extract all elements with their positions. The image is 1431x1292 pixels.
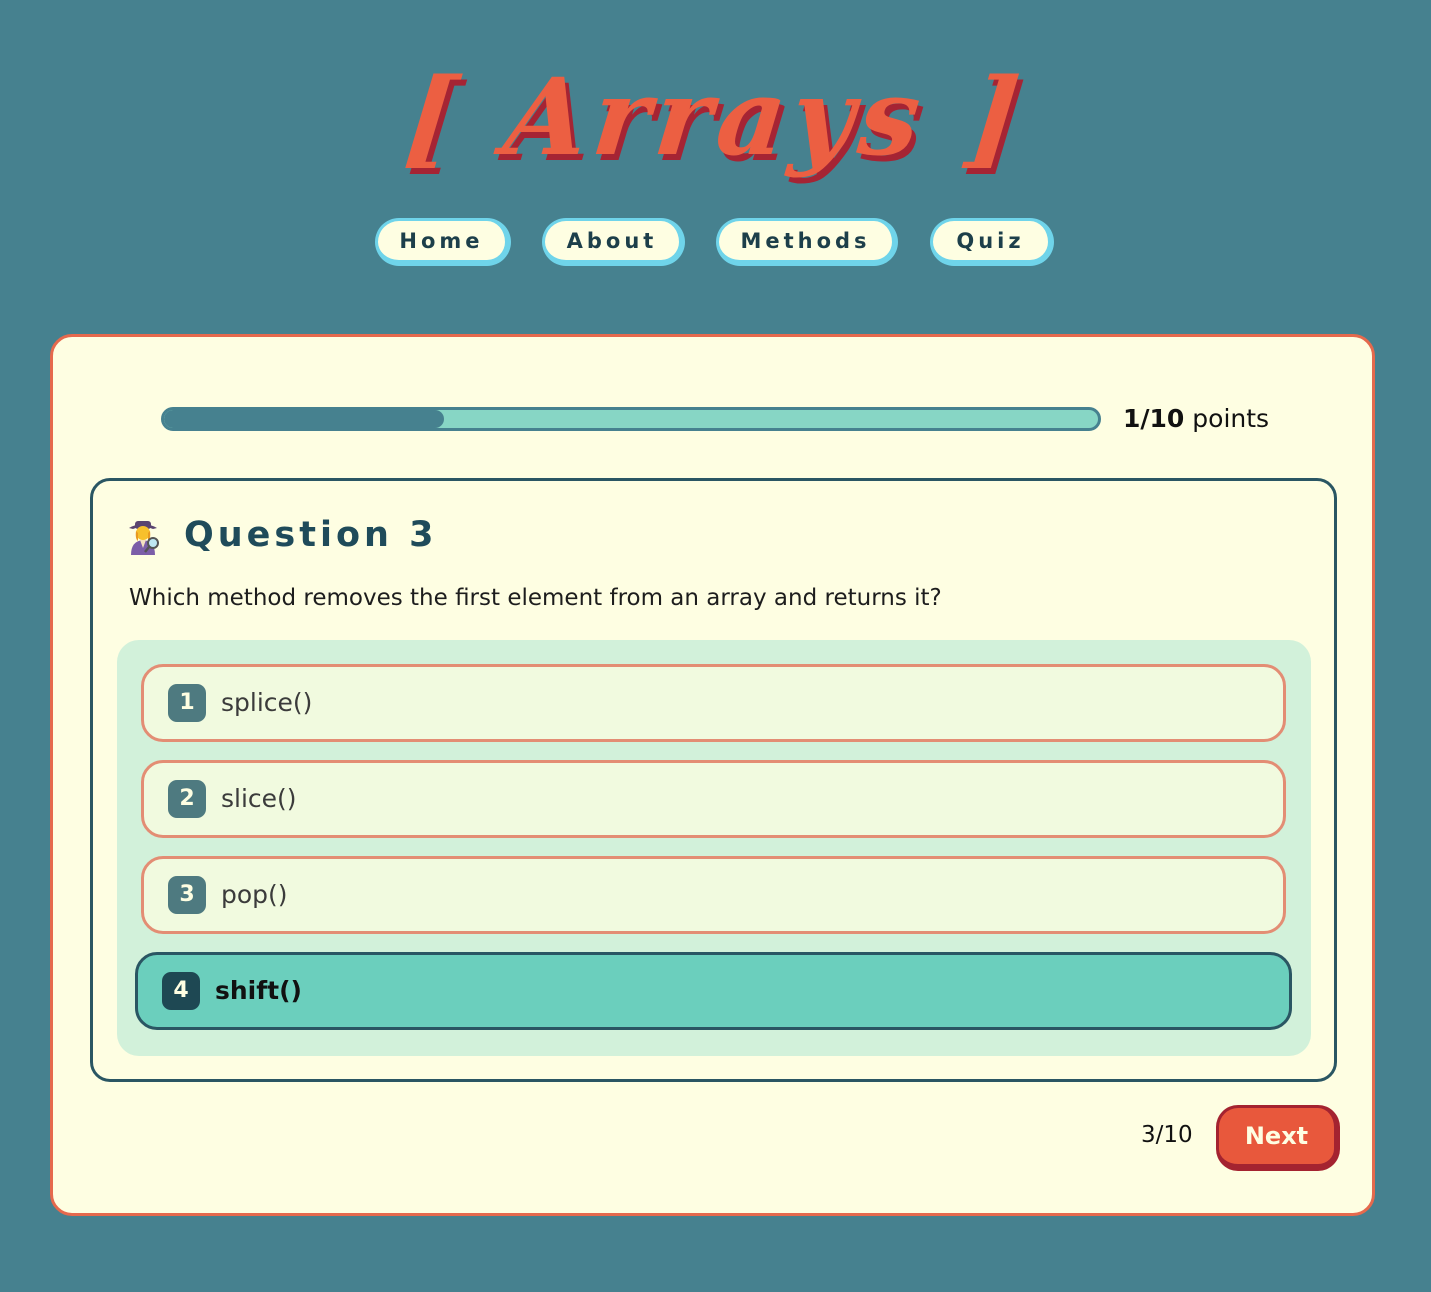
option-label: shift() — [215, 976, 302, 1005]
option-3[interactable]: 3 pop() — [141, 856, 1286, 934]
nav-home-button[interactable]: Home — [375, 218, 511, 266]
option-number-badge: 3 — [168, 876, 206, 914]
detective-emoji-icon — [129, 521, 159, 555]
option-1[interactable]: 1 splice() — [141, 664, 1286, 742]
next-button[interactable]: Next — [1216, 1105, 1340, 1171]
site-logo: [ Arrays ] — [399, 54, 1032, 179]
points-unit: points — [1192, 404, 1270, 433]
nav-methods-button[interactable]: Methods — [716, 218, 898, 266]
main-nav: Home About Methods Quiz — [0, 218, 1431, 272]
option-number-badge: 4 — [162, 972, 200, 1010]
options-panel: 1 splice() 2 slice() 3 pop() 4 shift() — [117, 640, 1311, 1056]
progress-bar-fill — [164, 410, 445, 428]
progress-bar — [161, 407, 1101, 431]
option-number-badge: 1 — [168, 684, 206, 722]
question-box: Question 3 Which method removes the firs… — [90, 478, 1337, 1082]
nav-about-button[interactable]: About — [542, 218, 685, 266]
question-counter: 3/10 — [1141, 1122, 1193, 1148]
quiz-card: 1/10 points Question 3 Which method remo… — [50, 334, 1375, 1216]
question-text: Which method removes the first element f… — [129, 585, 942, 611]
nav-quiz-button[interactable]: Quiz — [930, 218, 1054, 266]
option-label: pop() — [221, 880, 288, 909]
option-label: slice() — [221, 784, 297, 813]
option-2[interactable]: 2 slice() — [141, 760, 1286, 838]
option-number-badge: 2 — [168, 780, 206, 818]
question-title: Question 3 — [184, 515, 438, 555]
points-display: 1/10 points — [1123, 401, 1269, 437]
option-4-selected[interactable]: 4 shift() — [135, 952, 1292, 1030]
option-label: splice() — [221, 688, 313, 717]
points-score: 1/10 — [1123, 404, 1185, 433]
